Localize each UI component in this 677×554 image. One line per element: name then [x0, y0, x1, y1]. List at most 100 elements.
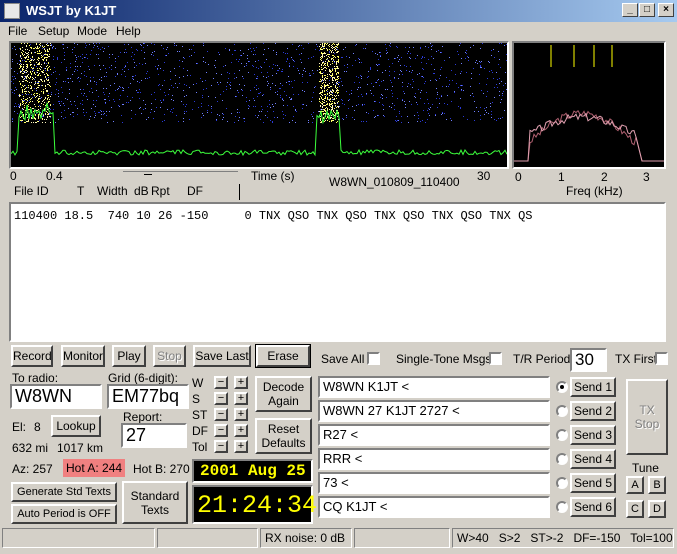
- spectrum-canvas: [514, 45, 664, 162]
- play-button[interactable]: Play: [112, 345, 146, 367]
- status-params: W>40 S>2 ST>-2 DF=-150 Tol=100: [452, 528, 674, 548]
- erase-button[interactable]: Erase: [255, 344, 311, 368]
- sp-tick-3: 3: [643, 170, 650, 184]
- save-last-button[interactable]: Save Last: [193, 345, 251, 367]
- tr-period-field[interactable]: 30: [570, 348, 607, 372]
- message-radio-2[interactable]: [556, 405, 568, 417]
- stop-button[interactable]: Stop: [153, 345, 186, 367]
- close-button[interactable]: ×: [658, 3, 674, 17]
- send-6-button[interactable]: Send 6: [570, 497, 616, 517]
- message-radio-1[interactable]: [556, 381, 568, 393]
- send-3-button[interactable]: Send 3: [570, 425, 616, 445]
- hdr-width: Width: [97, 184, 128, 198]
- spectrum-display[interactable]: [512, 41, 666, 169]
- menu-bar: File Setup Mode Help: [0, 22, 677, 40]
- message-field-5[interactable]: 73 <: [318, 472, 550, 494]
- tune-a-button[interactable]: A: [626, 476, 644, 494]
- hdr-df: DF: [187, 184, 203, 198]
- hot-a-badge: Hot A: 244: [63, 459, 126, 477]
- grid-field[interactable]: EM77bq: [107, 384, 189, 409]
- send-1-button[interactable]: Send 1: [570, 377, 616, 397]
- save-all-checkbox[interactable]: [367, 352, 380, 365]
- lookup-button[interactable]: Lookup: [51, 415, 101, 437]
- report-label: Report:: [123, 410, 163, 424]
- tx-first-checkbox[interactable]: [655, 352, 668, 365]
- single-tone-checkbox[interactable]: [489, 352, 502, 365]
- tx-stop-button[interactable]: TX Stop: [626, 379, 668, 455]
- wf-tick-0: 0: [10, 169, 17, 183]
- hdr-db: dB: [134, 184, 149, 198]
- send-5-button[interactable]: Send 5: [570, 473, 616, 493]
- wf-slider-handle[interactable]: [144, 169, 152, 175]
- message-field-3[interactable]: R27 <: [318, 424, 550, 446]
- decode-header: File ID T Width dB Rpt DF: [9, 184, 509, 200]
- param-s-plus-button[interactable]: +: [234, 392, 248, 405]
- monitor-button[interactable]: Monitor: [61, 345, 105, 367]
- param-st-minus-button[interactable]: −: [214, 408, 228, 421]
- param-s-minus-button[interactable]: −: [214, 392, 228, 405]
- status-rx-noise: RX noise: 0 dB: [260, 528, 352, 548]
- message-field-4[interactable]: RRR <: [318, 448, 550, 470]
- status-cell-4: [354, 528, 450, 548]
- param-df-minus-button[interactable]: −: [214, 424, 228, 437]
- grid-label: Grid (6-digit):: [108, 371, 179, 385]
- el-label: El:: [12, 420, 27, 434]
- param-w-minus-button[interactable]: −: [214, 376, 228, 389]
- decode-again-button[interactable]: Decode Again: [255, 376, 312, 412]
- waterfall-display[interactable]: [9, 41, 509, 169]
- to-radio-label: To radio:: [12, 371, 59, 385]
- message-field-2[interactable]: W8WN 27 K1JT 2727 <: [318, 400, 550, 422]
- sp-tick-0: 0: [515, 170, 522, 184]
- to-radio-field[interactable]: W8WN: [10, 384, 102, 409]
- hdr-rpt: Rpt: [151, 184, 170, 198]
- status-df: DF=-150: [573, 531, 621, 545]
- status-tol: Tol=100: [630, 531, 673, 545]
- hot-b-value: Hot B: 270: [133, 462, 190, 476]
- tr-period-label: T/R Period: [513, 352, 571, 366]
- distance-mi: 632 mi: [12, 441, 49, 455]
- param-tol-plus-button[interactable]: +: [234, 440, 248, 453]
- sp-tick-2: 2: [601, 170, 608, 184]
- sp-tick-1: 1: [558, 170, 565, 184]
- minimize-button[interactable]: _: [622, 3, 638, 17]
- date-display: 2001 Aug 25: [192, 459, 313, 483]
- el-value: 8: [34, 420, 41, 434]
- menu-help[interactable]: Help: [116, 24, 141, 38]
- title-bar: WSJT by K1JT _ □ ×: [0, 0, 677, 22]
- message-radio-3[interactable]: [556, 429, 568, 441]
- decoded-text-area[interactable]: 110400 18.5 740 10 26 -150 0 TNX QSO TNX…: [9, 202, 666, 342]
- menu-file[interactable]: File: [8, 24, 27, 38]
- tune-c-button[interactable]: C: [626, 500, 644, 518]
- generate-std-texts-button[interactable]: Generate Std Texts: [11, 482, 117, 502]
- tune-b-button[interactable]: B: [648, 476, 666, 494]
- message-field-1[interactable]: W8WN K1JT <: [318, 376, 550, 398]
- message-radio-6[interactable]: [556, 501, 568, 513]
- menu-setup[interactable]: Setup: [38, 24, 69, 38]
- param-label-s: S: [192, 392, 201, 406]
- tune-d-button[interactable]: D: [648, 500, 666, 518]
- menu-mode[interactable]: Mode: [77, 24, 107, 38]
- time-display: 21:24:34: [192, 485, 317, 524]
- param-w-plus-button[interactable]: +: [234, 376, 248, 389]
- send-2-button[interactable]: Send 2: [570, 401, 616, 421]
- reset-defaults-button[interactable]: Reset Defaults: [255, 418, 312, 454]
- record-button[interactable]: Record: [11, 345, 53, 367]
- param-tol-minus-button[interactable]: −: [214, 440, 228, 453]
- message-field-6[interactable]: CQ K1JT <: [318, 496, 550, 518]
- standard-texts-button[interactable]: Standard Texts: [122, 481, 188, 524]
- param-df-plus-button[interactable]: +: [234, 424, 248, 437]
- message-radio-4[interactable]: [556, 453, 568, 465]
- param-st-plus-button[interactable]: +: [234, 408, 248, 421]
- hdr-divider: [239, 184, 240, 200]
- send-4-button[interactable]: Send 4: [570, 449, 616, 469]
- status-cell-1: [2, 528, 155, 548]
- wf-slider-track-2[interactable]: [166, 171, 238, 175]
- waterfall-canvas: [11, 43, 507, 157]
- sp-axis-label: Freq (kHz): [566, 184, 623, 198]
- auto-period-button[interactable]: Auto Period is OFF: [11, 504, 117, 524]
- tune-label: Tune: [632, 461, 659, 475]
- maximize-button[interactable]: □: [639, 3, 655, 17]
- message-radio-5[interactable]: [556, 477, 568, 489]
- status-s: S>2: [498, 531, 521, 545]
- report-field[interactable]: 27: [121, 423, 187, 448]
